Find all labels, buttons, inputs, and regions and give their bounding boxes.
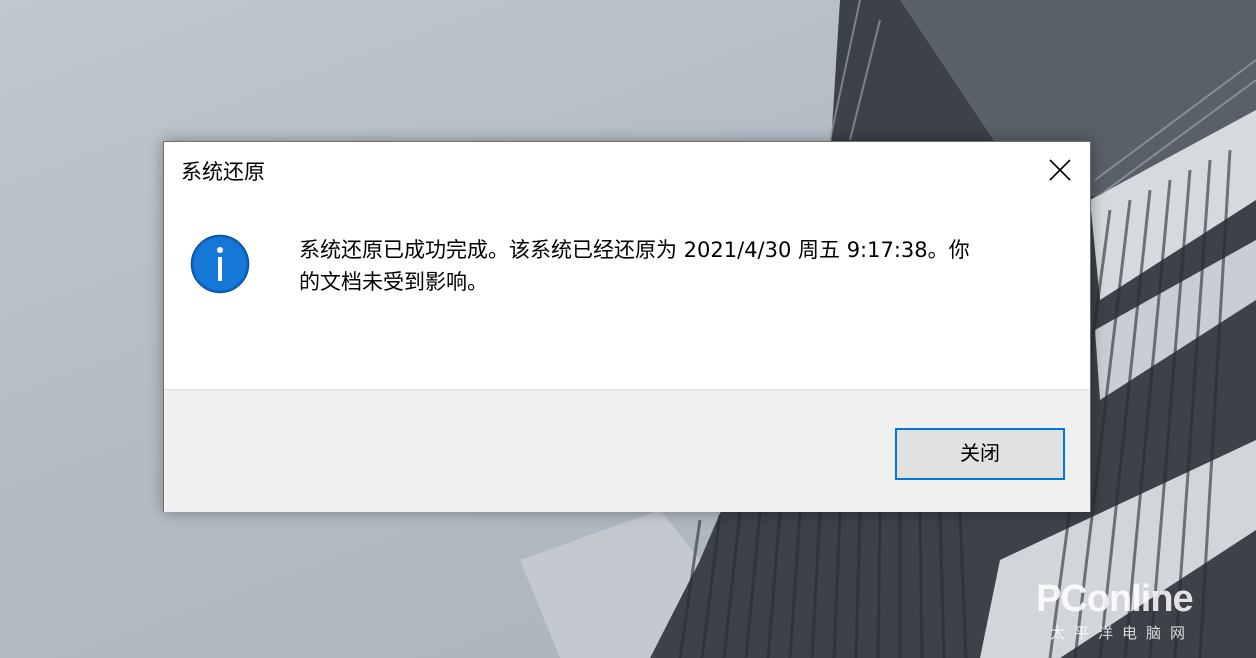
close-button-label: 关闭 <box>960 441 1000 465</box>
dialog-titlebar[interactable]: 系统还原 <box>164 142 1090 200</box>
watermark-logo: PConline <box>1036 578 1194 620</box>
close-button[interactable]: 关闭 <box>895 428 1065 480</box>
message-line-1: 系统还原已成功完成。该系统已经还原为 2021/4/30 周五 9:17:38。… <box>299 238 970 262</box>
dialog-footer: 关闭 <box>164 389 1090 512</box>
dialog-message: 系统还原已成功完成。该系统已经还原为 2021/4/30 周五 9:17:38。… <box>299 234 1059 298</box>
dialog-content: 系统还原已成功完成。该系统已经还原为 2021/4/30 周五 9:17:38。… <box>164 200 1090 388</box>
message-line-2: 的文档未受到影响。 <box>299 270 488 294</box>
dialog-title: 系统还原 <box>181 160 265 184</box>
system-restore-dialog: 系统还原 系统还原已成功完成。该系统已经还原为 2021/4/30 周五 9:1… <box>163 141 1091 512</box>
watermark-subtitle: 太平洋电脑网 <box>1050 624 1195 642</box>
close-window-button[interactable] <box>1030 142 1090 200</box>
close-icon <box>1049 159 1071 181</box>
info-icon <box>190 234 250 294</box>
watermark: PConline 太平洋电脑网 <box>1036 578 1246 648</box>
